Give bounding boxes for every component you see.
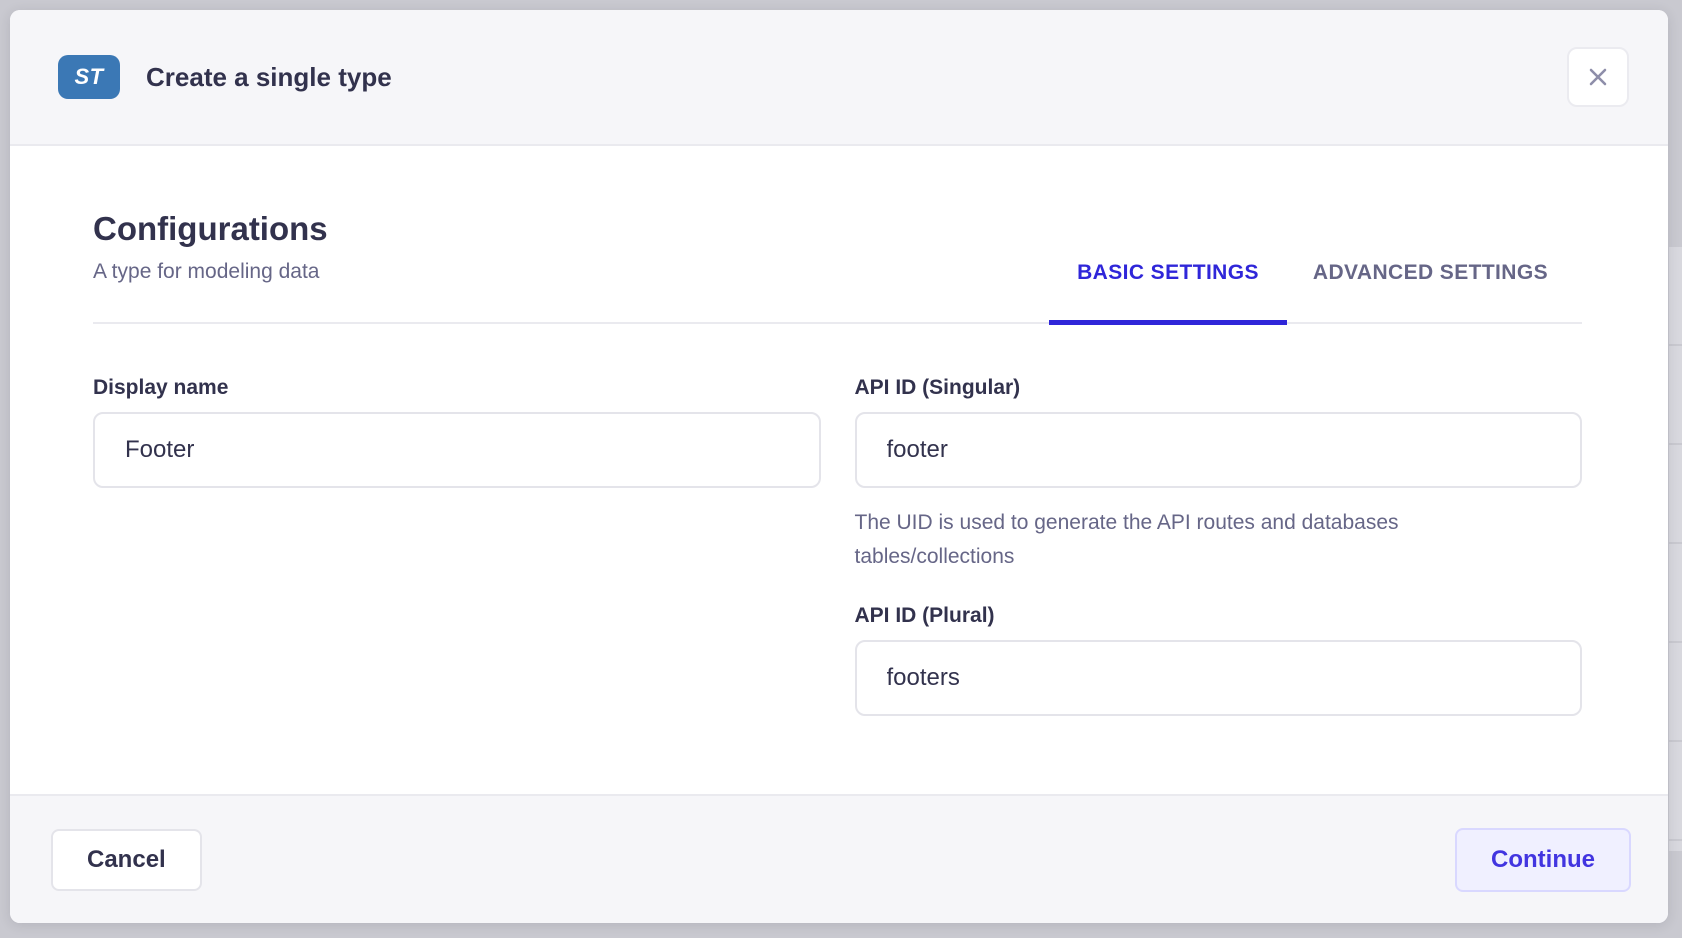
modal-body: Configurations A type for modeling data … [10, 146, 1668, 794]
section-subheading: A type for modeling data [93, 258, 328, 286]
api-id-singular-label: API ID (Singular) [855, 374, 1583, 402]
close-button[interactable] [1567, 47, 1629, 107]
form-column-right: API ID (Singular) The UID is used to gen… [855, 374, 1583, 716]
section-titles: Configurations A type for modeling data [93, 208, 328, 322]
form-column-left: Display name [93, 374, 821, 716]
api-id-plural-input[interactable] [855, 640, 1583, 716]
modal-title: Create a single type [146, 62, 392, 93]
cancel-button[interactable]: Cancel [51, 829, 202, 891]
section-heading: Configurations [93, 208, 328, 250]
configuration-form: Display name API ID (Singular) The UID i… [93, 374, 1582, 716]
create-single-type-modal: ST Create a single type Configurations A… [10, 10, 1668, 923]
tab-basic-settings[interactable]: BASIC SETTINGS [1049, 260, 1287, 322]
api-id-singular-hint: The UID is used to generate the API rout… [855, 506, 1495, 574]
settings-tabs: BASIC SETTINGS ADVANCED SETTINGS [1049, 260, 1582, 322]
api-id-singular-field-group: API ID (Singular) The UID is used to gen… [855, 374, 1583, 574]
api-id-singular-input[interactable] [855, 412, 1583, 488]
single-type-badge-icon: ST [58, 55, 120, 99]
continue-button[interactable]: Continue [1455, 828, 1631, 892]
section-header: Configurations A type for modeling data … [93, 208, 1582, 324]
modal-header: ST Create a single type [10, 10, 1668, 146]
api-id-plural-label: API ID (Plural) [855, 602, 1583, 630]
display-name-label: Display name [93, 374, 821, 402]
display-name-field-group: Display name [93, 374, 821, 488]
backdrop-page-edge [1669, 247, 1682, 851]
tab-advanced-settings[interactable]: ADVANCED SETTINGS [1313, 260, 1548, 322]
api-id-plural-field-group: API ID (Plural) [855, 602, 1583, 716]
badge-label: ST [74, 64, 103, 90]
modal-footer: Cancel Continue [10, 794, 1668, 923]
close-icon [1584, 63, 1612, 91]
display-name-input[interactable] [93, 412, 821, 488]
